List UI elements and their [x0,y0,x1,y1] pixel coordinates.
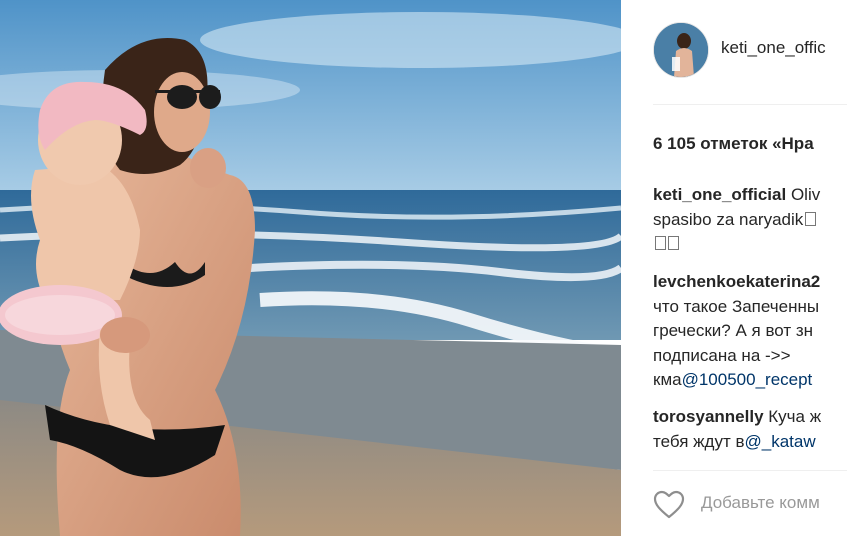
add-comment-input[interactable]: Добавьте комм [701,493,820,513]
comment-text: гречески? А я вот зн [653,321,814,340]
comment: keti_one_official Oliv spasibo za naryad… [653,183,820,257]
comment-author[interactable]: keti_one_official [653,185,786,204]
post-sidebar: keti_one_offic 6 105 отметок «Нра keti_o… [621,0,847,536]
avatar[interactable] [653,22,709,78]
comment-text: кма [653,370,682,389]
footer-divider [653,470,847,471]
emoji-placeholder-icon [805,211,817,226]
comment-text: тебя ждут в [653,431,745,451]
comment-author[interactable]: torosyannelly [653,407,764,426]
comment: levchenkoekaterina2 что такое Запеченны … [653,270,820,393]
post-header: keti_one_offic [621,0,847,104]
comment-text: Куча ж [763,407,822,426]
heart-icon [653,490,685,519]
comment: torosyannelly Куча ж тебя ждут в@_kataw [653,405,821,454]
comment-author[interactable]: levchenkoekaterina2 [653,272,820,291]
like-button[interactable] [653,490,685,520]
post-photo[interactable] [0,0,621,536]
emoji-placeholder-icon [655,236,666,250]
comment-mention[interactable]: @100500_recept [682,370,813,389]
comment-text: Oliv [786,185,821,204]
comment-text: что такое Запеченны [653,296,820,316]
comment-text: подписана на ->> [653,345,791,365]
emoji-placeholder-icon [668,236,679,250]
post-username[interactable]: keti_one_offic [721,38,826,58]
beach-photo [0,0,621,536]
avatar-photo [654,23,708,77]
comment-text: spasibo za naryadik [653,209,804,229]
header-divider [653,104,847,105]
comment-mention[interactable]: @_kataw [744,432,815,451]
likes-count[interactable]: 6 105 отметок «Нра [653,134,814,154]
